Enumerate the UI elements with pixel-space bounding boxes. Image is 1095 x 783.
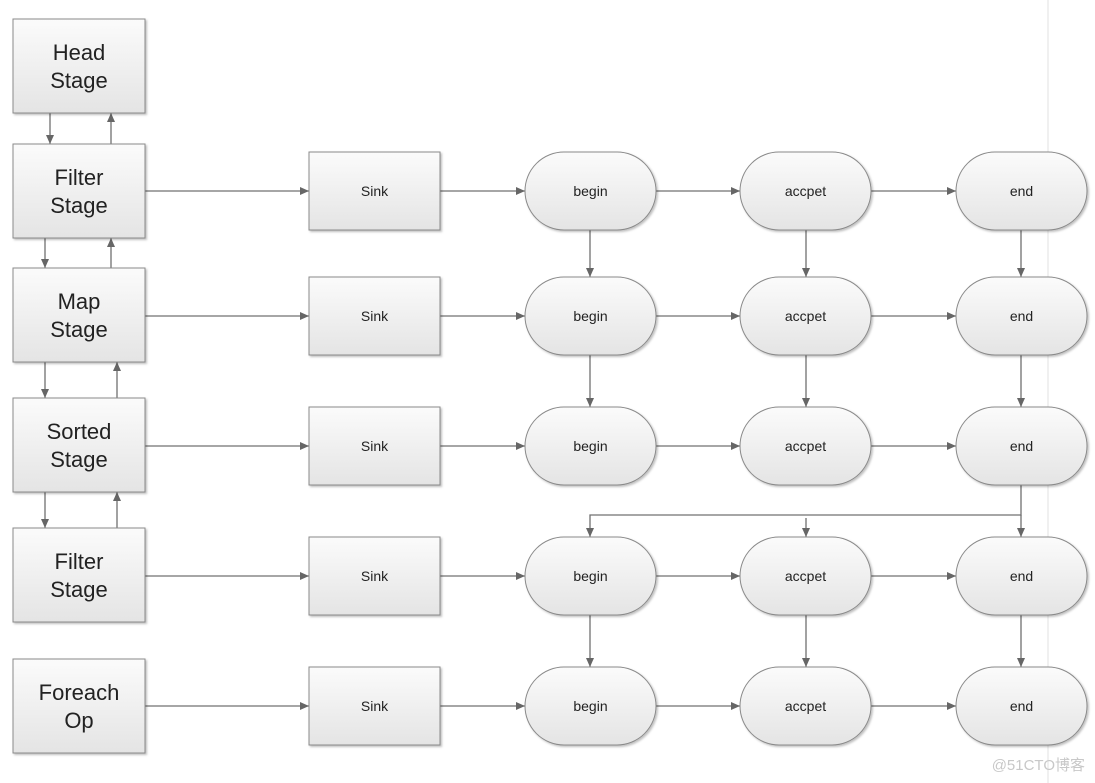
sink-node: Sink [308, 276, 441, 356]
stage-label: Stage [50, 68, 108, 93]
accept-node: accpet [739, 276, 872, 356]
stage-label: Filter [55, 549, 104, 574]
stage-box: Map Stage [12, 267, 146, 363]
stage-rect [12, 18, 146, 114]
end-node: end [955, 406, 1088, 486]
sink-node: Sink [308, 666, 441, 746]
end-node: end [955, 276, 1088, 356]
end-label: end [1010, 698, 1033, 714]
sink-label: Sink [361, 308, 389, 324]
accept-label: accpet [785, 308, 826, 324]
stage-label: Stage [50, 317, 108, 342]
end-label: end [1010, 438, 1033, 454]
sink-label: Sink [361, 568, 389, 584]
stage-box: Filter Stage [12, 527, 146, 623]
begin-label: begin [573, 698, 607, 714]
end-node: end [955, 151, 1088, 231]
sink-node: Sink [308, 406, 441, 486]
stage-label: Stage [50, 193, 108, 218]
begin-label: begin [573, 438, 607, 454]
end-node: end [955, 536, 1088, 616]
begin-label: begin [573, 308, 607, 324]
stage-rect [12, 658, 146, 754]
stage-rect [12, 143, 146, 239]
accept-label: accpet [785, 568, 826, 584]
sink-node: Sink [308, 536, 441, 616]
stage-box: Sorted Stage [12, 397, 146, 493]
stage-rect [12, 527, 146, 623]
stage-label: Head [53, 40, 106, 65]
stage-rect [12, 267, 146, 363]
begin-label: begin [573, 183, 607, 199]
stage-label: Stage [50, 577, 108, 602]
stage-label: Stage [50, 447, 108, 472]
stage-box: Filter Stage [12, 143, 146, 239]
accept-node: accpet [739, 666, 872, 746]
stream-pipeline-diagram: HeadStageFilterStageMapStageSortedStageF… [12, 0, 1088, 783]
accept-node: accpet [739, 151, 872, 231]
begin-node: begin [524, 276, 657, 356]
accept-label: accpet [785, 183, 826, 199]
stage-label: Foreach [39, 680, 120, 705]
stage-label: Op [64, 708, 93, 733]
sink-label: Sink [361, 698, 389, 714]
stage-box: Head Stage [12, 18, 146, 114]
end-node: end [955, 666, 1088, 746]
stage-label: Sorted [47, 419, 112, 444]
stage-rect [12, 397, 146, 493]
end-label: end [1010, 308, 1033, 324]
accept-node: accpet [739, 536, 872, 616]
accept-label: accpet [785, 438, 826, 454]
begin-node: begin [524, 536, 657, 616]
stage-box: Foreach Op [12, 658, 146, 754]
begin-node: begin [524, 666, 657, 746]
watermark: @51CTO博客 [991, 757, 1085, 774]
sink-label: Sink [361, 438, 389, 454]
sink-node: Sink [308, 151, 441, 231]
stage-label: Filter [55, 165, 104, 190]
begin-node: begin [524, 406, 657, 486]
sink-label: Sink [361, 183, 389, 199]
accept-label: accpet [785, 698, 826, 714]
begin-label: begin [573, 568, 607, 584]
end-label: end [1010, 183, 1033, 199]
begin-node: begin [524, 151, 657, 231]
accept-node: accpet [739, 406, 872, 486]
end-label: end [1010, 568, 1033, 584]
stage-label: Map [58, 289, 101, 314]
